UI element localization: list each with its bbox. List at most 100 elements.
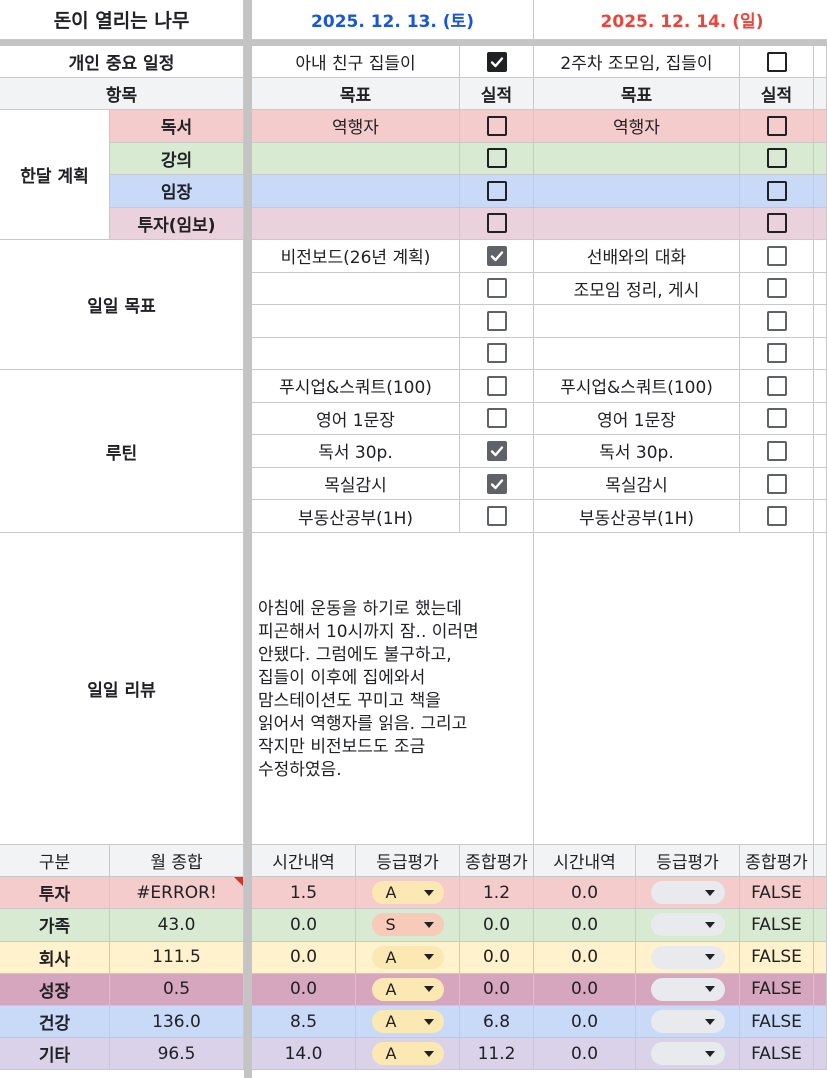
routine-checkbox-day1[interactable]	[486, 506, 507, 527]
routine-item-day1[interactable]: 푸시업&스쿼트(100)	[251, 369, 460, 403]
grade-dropdown-day1[interactable]: A	[371, 1042, 444, 1066]
routine-check-day2-cell[interactable]	[739, 369, 814, 403]
summary-grade-day2-cell[interactable]	[635, 876, 740, 910]
summary-time-day1[interactable]: 8.5	[251, 1005, 356, 1039]
routine-checkbox-day2[interactable]	[766, 440, 787, 461]
daily-goal-checkbox-day1[interactable]	[486, 343, 507, 364]
daily-goal-day2[interactable]: 선배와의 대화	[533, 239, 740, 273]
daily-goal-check-day1-cell[interactable]	[459, 271, 534, 305]
summary-time-day2[interactable]: 0.0	[533, 908, 636, 942]
monthly-check-day1-cell[interactable]	[459, 109, 534, 143]
monthly-check-day2-cell[interactable]	[739, 174, 814, 208]
daily-goal-check-day2-cell[interactable]	[739, 271, 814, 305]
monthly-checkbox-day1[interactable]	[486, 148, 507, 169]
routine-item-day2[interactable]: 목실감시	[533, 466, 740, 501]
summary-time-day2[interactable]: 0.0	[533, 940, 636, 974]
summary-time-day1[interactable]: 14.0	[251, 1037, 356, 1071]
grade-dropdown-day2[interactable]	[650, 945, 725, 969]
important-checkbox-day1[interactable]	[486, 51, 507, 72]
summary-grade-day2-cell[interactable]	[635, 1037, 740, 1071]
routine-check-day2-cell[interactable]	[739, 434, 814, 468]
monthly-checkbox-day1[interactable]	[486, 213, 507, 234]
summary-time-day2[interactable]: 0.0	[533, 972, 636, 1006]
daily-goal-day1[interactable]	[251, 271, 460, 305]
daily-goal-day1[interactable]	[251, 304, 460, 338]
monthly-goal-day1[interactable]	[251, 174, 460, 208]
summary-grade-day1-cell[interactable]: A	[355, 940, 460, 974]
grade-dropdown-day1[interactable]: A	[371, 977, 444, 1001]
routine-check-day2-cell[interactable]	[739, 499, 814, 533]
summary-grade-day1-cell[interactable]: A	[355, 876, 460, 910]
grade-dropdown-day1[interactable]: A	[371, 945, 444, 969]
monthly-goal-day2[interactable]	[533, 141, 740, 175]
routine-item-day2[interactable]: 부동산공부(1H)	[533, 499, 740, 533]
routine-checkbox-day2[interactable]	[766, 408, 787, 429]
monthly-checkbox-day2[interactable]	[766, 180, 787, 201]
monthly-goal-day2[interactable]	[533, 174, 740, 208]
routine-item-day1[interactable]: 부동산공부(1H)	[251, 499, 460, 533]
monthly-check-day1-cell[interactable]	[459, 141, 534, 175]
daily-goal-checkbox-day2[interactable]	[766, 278, 787, 299]
daily-goal-checkbox-day2[interactable]	[766, 310, 787, 331]
monthly-goal-day1[interactable]	[251, 206, 460, 240]
routine-item-day1[interactable]: 목실감시	[251, 466, 460, 501]
frozen-row-divider[interactable]	[0, 40, 827, 46]
daily-goal-check-day2-cell[interactable]	[739, 336, 814, 370]
routine-checkbox-day2[interactable]	[766, 506, 787, 527]
daily-goal-day1[interactable]	[251, 336, 460, 370]
daily-goal-day2[interactable]	[533, 304, 740, 338]
summary-time-day1[interactable]: 0.0	[251, 908, 356, 942]
important-checkbox-day2[interactable]	[766, 51, 787, 72]
monthly-goal-day2[interactable]	[533, 206, 740, 240]
monthly-checkbox-day1[interactable]	[486, 180, 507, 201]
grade-dropdown-day2[interactable]	[650, 977, 725, 1001]
frozen-column-divider[interactable]	[244, 0, 252, 1078]
monthly-goal-day2[interactable]: 역행자	[533, 109, 740, 143]
monthly-check-day1-cell[interactable]	[459, 174, 534, 208]
monthly-check-day2-cell[interactable]	[739, 109, 814, 143]
grade-dropdown-day2[interactable]	[650, 1042, 725, 1066]
daily-goal-day1[interactable]: 비전보드(26년 계획)	[251, 239, 460, 273]
error-indicator-icon[interactable]	[234, 877, 243, 887]
grade-dropdown-day1[interactable]: A	[371, 881, 444, 905]
routine-checkbox-day1[interactable]	[486, 375, 507, 396]
important-check-day2-cell[interactable]	[739, 45, 814, 78]
routine-check-day1-cell[interactable]	[459, 369, 534, 403]
daily-goal-checkbox-day1[interactable]	[486, 310, 507, 331]
routine-check-day1-cell[interactable]	[459, 499, 534, 533]
daily-goal-day2[interactable]	[533, 336, 740, 370]
summary-grade-day1-cell[interactable]: A	[355, 972, 460, 1006]
routine-item-day1[interactable]: 영어 1문장	[251, 401, 460, 436]
important-schedule-day1[interactable]: 아내 친구 집들이	[251, 45, 460, 78]
routine-checkbox-day1[interactable]	[486, 440, 507, 461]
summary-grade-day1-cell[interactable]: A	[355, 1005, 460, 1039]
routine-checkbox-day2[interactable]	[766, 375, 787, 396]
monthly-check-day1-cell[interactable]	[459, 206, 534, 240]
routine-item-day2[interactable]: 영어 1문장	[533, 401, 740, 436]
summary-grade-day2-cell[interactable]	[635, 972, 740, 1006]
daily-goal-check-day1-cell[interactable]	[459, 336, 534, 370]
summary-grade-day2-cell[interactable]	[635, 908, 740, 942]
daily-goal-checkbox-day1[interactable]	[486, 245, 507, 266]
grade-dropdown-day2[interactable]	[650, 881, 725, 905]
routine-item-day2[interactable]: 푸시업&스쿼트(100)	[533, 369, 740, 403]
routine-checkbox-day1[interactable]	[486, 408, 507, 429]
important-check-day1-cell[interactable]	[459, 45, 534, 78]
daily-goal-check-day2-cell[interactable]	[739, 239, 814, 273]
routine-check-day2-cell[interactable]	[739, 401, 814, 436]
summary-time-day2[interactable]: 0.0	[533, 1005, 636, 1039]
summary-time-day1[interactable]: 1.5	[251, 876, 356, 910]
daily-goal-checkbox-day1[interactable]	[486, 278, 507, 299]
monthly-check-day2-cell[interactable]	[739, 141, 814, 175]
grade-dropdown-day1[interactable]: A	[371, 1010, 444, 1034]
grade-dropdown-day1[interactable]: S	[371, 913, 444, 937]
important-schedule-day2[interactable]: 2주차 조모임, 집들이	[533, 45, 740, 78]
monthly-checkbox-day2[interactable]	[766, 148, 787, 169]
monthly-checkbox-day1[interactable]	[486, 115, 507, 136]
routine-check-day1-cell[interactable]	[459, 434, 534, 468]
summary-grade-day2-cell[interactable]	[635, 1005, 740, 1039]
routine-check-day1-cell[interactable]	[459, 401, 534, 436]
summary-grade-day1-cell[interactable]: A	[355, 1037, 460, 1071]
daily-goal-check-day1-cell[interactable]	[459, 239, 534, 273]
summary-time-day2[interactable]: 0.0	[533, 876, 636, 910]
